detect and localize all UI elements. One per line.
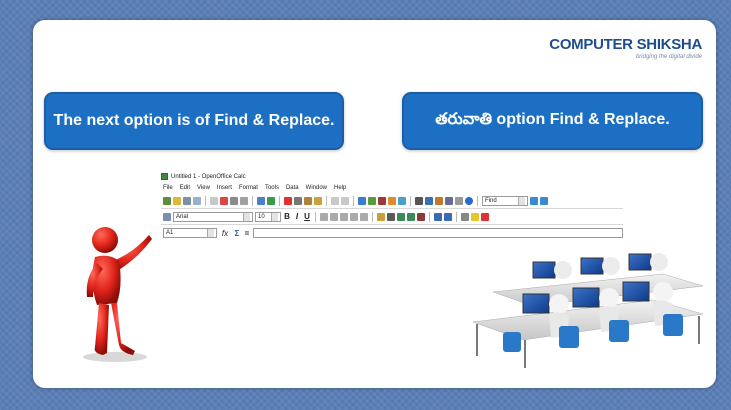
oo-title-bar: Untitled 1 - OpenOffice Calc xyxy=(161,171,623,182)
redo-icon[interactable] xyxy=(341,196,349,205)
font-size-dropdown-icon[interactable] xyxy=(271,212,278,221)
find-previous-icon[interactable] xyxy=(540,196,548,205)
chart-icon[interactable] xyxy=(388,196,396,205)
oo-standard-toolbar: Find xyxy=(161,193,623,209)
menu-insert[interactable]: Insert xyxy=(217,185,232,191)
add-decimal-icon[interactable] xyxy=(407,212,415,221)
menu-format[interactable]: Format xyxy=(239,185,258,191)
telugu-callout: తరువాతి option Find & Replace. xyxy=(402,92,703,150)
percent-icon[interactable] xyxy=(387,212,395,221)
menu-help[interactable]: Help xyxy=(334,185,346,191)
calc-app-icon xyxy=(161,173,168,180)
font-size-value: 10 xyxy=(258,213,265,220)
font-size-box[interactable]: 10 xyxy=(255,211,281,222)
oo-formula-bar: A1 fx Σ = xyxy=(161,225,623,241)
help-icon[interactable] xyxy=(465,196,473,205)
find-box-value: Find xyxy=(485,197,497,204)
red-figure-pointing-illustration xyxy=(83,227,152,362)
email-icon[interactable] xyxy=(193,196,201,205)
decrease-indent-icon[interactable] xyxy=(434,212,442,221)
menu-tools[interactable]: Tools xyxy=(265,185,279,191)
function-wizard-button[interactable]: fx xyxy=(219,229,231,238)
show-draw-functions-icon[interactable] xyxy=(398,196,406,205)
slide: COMPUTER SHIKSHA bridging the digital di… xyxy=(33,20,716,388)
english-callout: The next option is of Find & Replace. xyxy=(44,92,344,150)
print-preview-icon[interactable] xyxy=(240,196,248,205)
english-callout-text: The next option is of Find & Replace. xyxy=(53,112,335,129)
styles-icon[interactable] xyxy=(163,212,171,221)
align-left-icon[interactable] xyxy=(320,212,328,221)
underline-button[interactable]: U xyxy=(303,212,311,221)
find-replace-icon[interactable] xyxy=(415,196,423,205)
name-box-dropdown-icon[interactable] xyxy=(207,229,214,237)
sort-ascending-icon[interactable] xyxy=(368,196,376,205)
logo-tagline: bridging the digital divide xyxy=(635,54,702,60)
align-right-icon[interactable] xyxy=(340,212,348,221)
input-line[interactable] xyxy=(253,228,623,238)
oo-formatting-toolbar: Arial 10 B I U xyxy=(161,209,623,225)
find-dropdown-icon[interactable] xyxy=(518,196,525,205)
font-color-icon[interactable] xyxy=(481,212,489,221)
find-box[interactable]: Find xyxy=(482,195,528,206)
navigator-icon[interactable] xyxy=(425,196,433,205)
borders-icon[interactable] xyxy=(461,212,469,221)
export-pdf-icon[interactable] xyxy=(220,196,228,205)
merge-cells-icon[interactable] xyxy=(360,212,368,221)
spellcheck-icon[interactable] xyxy=(257,196,265,205)
undo-icon[interactable] xyxy=(331,196,339,205)
cut-icon[interactable] xyxy=(284,196,292,205)
name-box-value: A1 xyxy=(166,230,174,236)
italic-button[interactable]: I xyxy=(293,212,301,221)
logo-brand: COMPUTER SHIKSHA xyxy=(549,36,702,53)
telugu-callout-text: తరువాతి option Find & Replace. xyxy=(435,111,670,128)
currency-icon[interactable] xyxy=(377,212,385,221)
computer-shiksha-logo: COMPUTER SHIKSHA bridging the digital di… xyxy=(549,36,702,60)
menu-view[interactable]: View xyxy=(197,185,210,191)
delete-decimal-icon[interactable] xyxy=(417,212,425,221)
hyperlink-icon[interactable] xyxy=(358,196,366,205)
name-box[interactable]: A1 xyxy=(163,228,217,238)
clone-format-icon[interactable] xyxy=(314,196,322,205)
font-name-dropdown-icon[interactable] xyxy=(243,212,250,221)
sort-descending-icon[interactable] xyxy=(378,196,386,205)
save-icon[interactable] xyxy=(183,196,191,205)
bold-button[interactable]: B xyxy=(283,212,291,221)
standard-format-icon[interactable] xyxy=(397,212,405,221)
paste-icon[interactable] xyxy=(304,196,312,205)
menu-data[interactable]: Data xyxy=(286,185,299,191)
background-color-icon[interactable] xyxy=(471,212,479,221)
menu-file[interactable]: File xyxy=(163,185,173,191)
oo-window-title: Untitled 1 - OpenOffice Calc xyxy=(171,173,246,180)
font-name-box[interactable]: Arial xyxy=(173,211,253,222)
sum-button[interactable]: Σ xyxy=(233,229,241,238)
new-icon[interactable] xyxy=(163,196,171,205)
open-icon[interactable] xyxy=(173,196,181,205)
justify-icon[interactable] xyxy=(350,212,358,221)
menu-edit[interactable]: Edit xyxy=(180,185,190,191)
align-center-icon[interactable] xyxy=(330,212,338,221)
openoffice-calc-toolbar-snippet: Untitled 1 - OpenOffice Calc File Edit V… xyxy=(161,171,623,251)
autospell-icon[interactable] xyxy=(267,196,275,205)
print-icon[interactable] xyxy=(230,196,238,205)
function-button[interactable]: = xyxy=(243,229,251,238)
find-next-icon[interactable] xyxy=(530,196,538,205)
font-name-value: Arial xyxy=(176,213,189,220)
zoom-icon[interactable] xyxy=(455,196,463,205)
oo-menu-bar: File Edit View Insert Format Tools Data … xyxy=(161,182,623,193)
copy-icon[interactable] xyxy=(294,196,302,205)
computer-lab-illustration xyxy=(472,253,704,368)
increase-indent-icon[interactable] xyxy=(444,212,452,221)
gallery-icon[interactable] xyxy=(435,196,443,205)
edit-file-icon[interactable] xyxy=(210,196,218,205)
menu-window[interactable]: Window xyxy=(306,185,327,191)
data-sources-icon[interactable] xyxy=(445,196,453,205)
